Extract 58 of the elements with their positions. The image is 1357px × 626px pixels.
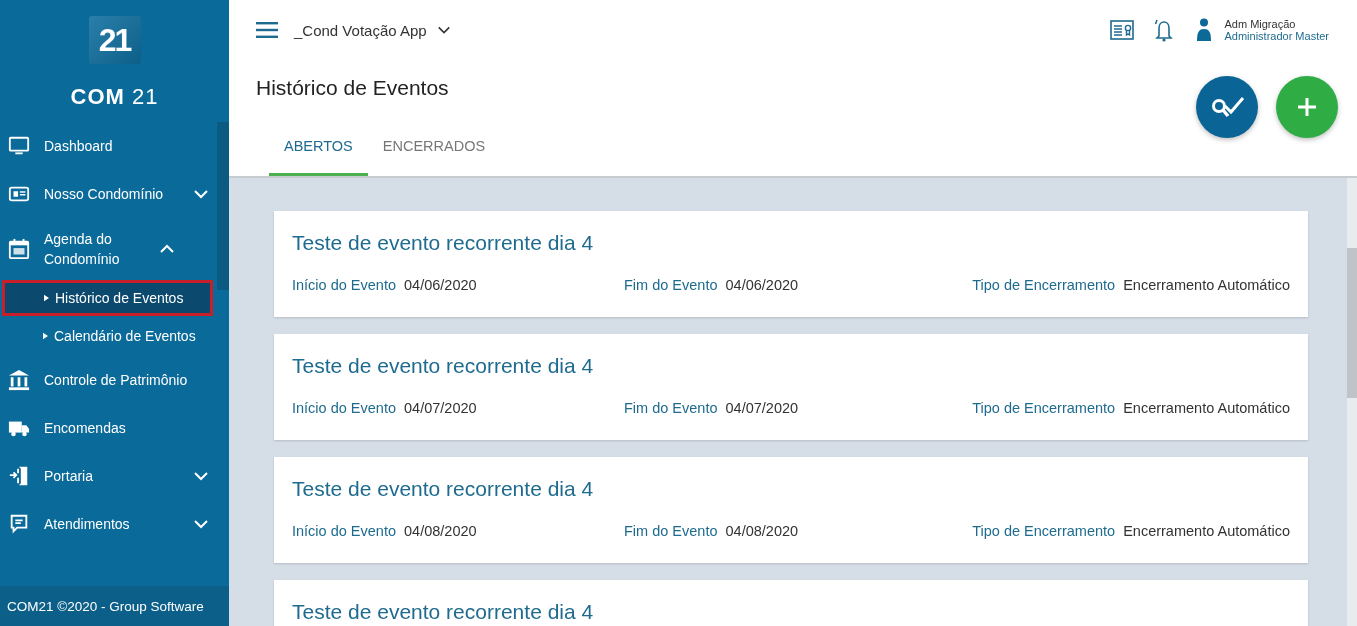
event-title: Teste de evento recorrente dia 4 bbox=[292, 600, 595, 624]
field-value: 04/07/2020 bbox=[404, 400, 477, 416]
nav-item[interactable]: Agenda do Condomínio bbox=[0, 218, 217, 280]
event-title: Teste de evento recorrente dia 4 bbox=[292, 477, 595, 501]
field-label: Tipo de Encerramento bbox=[972, 523, 1116, 539]
sidebar-scrollbar[interactable] bbox=[217, 122, 229, 290]
user-name: Adm Migração bbox=[1224, 18, 1297, 30]
menu-icon[interactable] bbox=[256, 22, 278, 38]
field-value: Encerramento Automático bbox=[1123, 400, 1290, 416]
add-button[interactable] bbox=[1276, 76, 1338, 138]
field-label: Fim do Evento bbox=[624, 277, 718, 293]
event-title: Teste de evento recorrente dia 4 bbox=[292, 354, 595, 378]
field-value: 04/06/2020 bbox=[725, 277, 799, 293]
certificate-icon[interactable] bbox=[1110, 20, 1135, 40]
field-value: 04/08/2020 bbox=[725, 523, 799, 539]
field-value: Encerramento Automático bbox=[1123, 277, 1290, 293]
nav-item[interactable]: Encomendas bbox=[0, 404, 217, 452]
field-label: Início do Evento bbox=[292, 400, 396, 416]
user-icon[interactable] bbox=[1196, 18, 1213, 42]
sidebar-footer: COM21 ©2020 - Group Software bbox=[0, 586, 229, 626]
user-role: Administrador Master bbox=[1224, 30, 1329, 42]
field-label: Tipo de Encerramento bbox=[972, 400, 1116, 416]
field-label: Início do Evento bbox=[292, 277, 396, 293]
tab[interactable]: ABERTOS bbox=[269, 118, 368, 176]
nav-item[interactable]: Dashboard bbox=[0, 122, 217, 170]
app-selector[interactable]: _Cond Votação App bbox=[294, 21, 451, 39]
submenu-item[interactable]: Histórico de Eventos bbox=[2, 280, 213, 316]
search-approve-button[interactable] bbox=[1196, 76, 1258, 138]
nav-item[interactable]: Nosso Condomínio bbox=[0, 170, 217, 218]
nav-item[interactable]: Controle de Patrimônio bbox=[0, 356, 217, 404]
field-value: 04/07/2020 bbox=[725, 400, 799, 416]
field-value: 04/06/2020 bbox=[404, 277, 477, 293]
caret-icon bbox=[43, 332, 48, 340]
nav-item[interactable]: Atendimentos bbox=[0, 500, 217, 548]
monitor-icon bbox=[6, 135, 32, 157]
field-label: Tipo de Encerramento bbox=[972, 277, 1116, 293]
calendar-icon bbox=[6, 238, 32, 260]
plus-icon bbox=[1295, 95, 1319, 119]
nav-item[interactable]: Portaria bbox=[0, 452, 217, 500]
caret-icon bbox=[44, 294, 49, 302]
field-label: Fim do Evento bbox=[624, 523, 718, 539]
field-value: Encerramento Automático bbox=[1123, 523, 1290, 539]
submenu-item[interactable]: Calendário de Eventos bbox=[2, 316, 213, 356]
tab[interactable]: ENCERRADOS bbox=[367, 118, 501, 176]
brand-name: COM 21 bbox=[70, 84, 159, 110]
bank-icon bbox=[6, 369, 32, 391]
event-card[interactable]: Teste de evento recorrente dia 4 Início do Evento 04/07/2020 Fim do Evento 04/07/2020 Tipo de Encerramento Encerramento Automático bbox=[274, 334, 1308, 440]
event-card[interactable]: Teste de evento recorrente dia 4 bbox=[274, 580, 1308, 626]
page-title: Histórico de Eventos bbox=[256, 76, 449, 101]
field-label: Fim do Evento bbox=[624, 400, 718, 416]
event-card[interactable]: Teste de evento recorrente dia 4 Início do Evento 04/08/2020 Fim do Evento 04/08/2020 Tipo de Encerramento Encerramento Automático bbox=[274, 457, 1308, 563]
field-label: Início do Evento bbox=[292, 523, 396, 539]
event-title: Teste de evento recorrente dia 4 bbox=[292, 231, 595, 255]
event-card[interactable]: Teste de evento recorrente dia 4 Início do Evento 04/06/2020 Fim do Evento 04/06/2020 Tipo de Encerramento Encerramento Automático bbox=[274, 211, 1308, 317]
scrollbar[interactable] bbox=[1347, 178, 1357, 626]
bell-icon[interactable] bbox=[1154, 18, 1175, 42]
logo-icon: 21 bbox=[88, 16, 141, 64]
field-value: 04/08/2020 bbox=[404, 523, 477, 539]
